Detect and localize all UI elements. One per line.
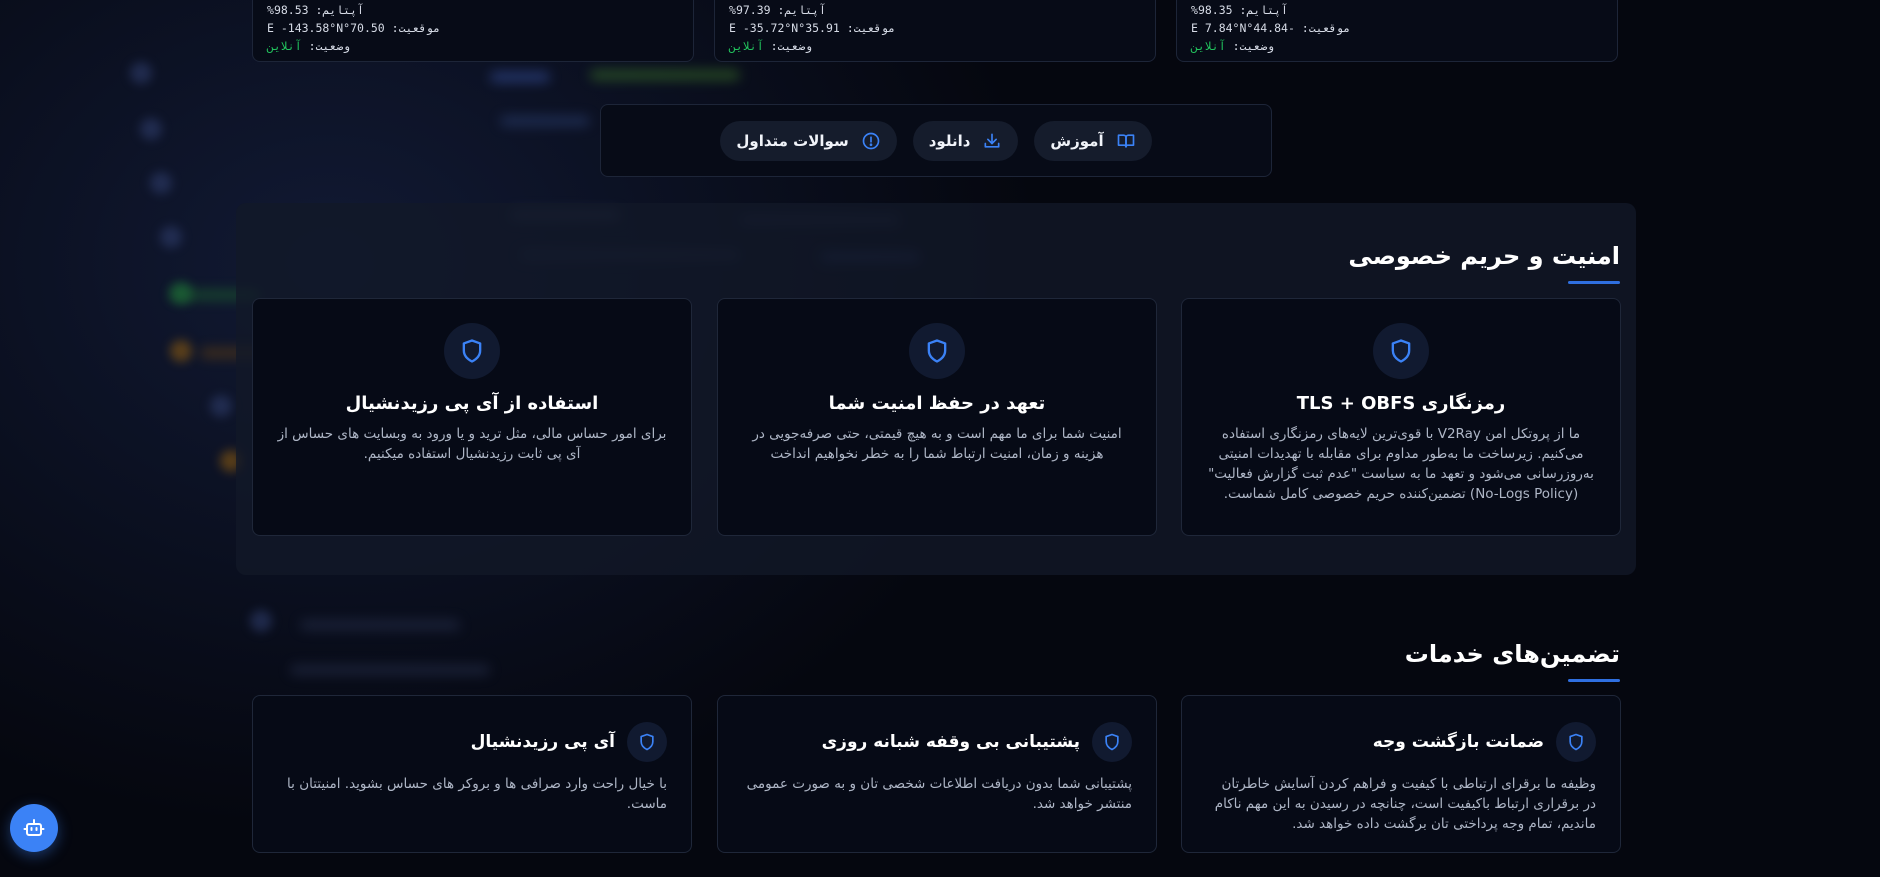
feature-description: ما از پروتکل امن V2Ray با قوی‌ترین لایه‌… [1208,426,1594,502]
status-label: وضعیت: [1232,39,1275,53]
chatbot-button[interactable] [10,804,58,852]
book-icon [1117,133,1134,148]
guarantee-description: پشتیبانی شما بدون دریافت اطلاعات شخصی تا… [746,776,1132,812]
feature-title: تعهد در حفظ امنیت شما [828,393,1046,414]
shield-icon-wrapper [444,323,500,379]
shield-icon [462,339,482,363]
server-uptime: آپتایم: 98.53% [267,3,364,17]
quick-links-bar: سوالات متداول دانلود آموزش [600,104,1272,177]
feature-description: امنیت شما برای ما مهم است و به هیچ قیمتی… [752,426,1122,462]
download-icon [984,133,1000,148]
server-status: وضعیت: آنلاین [267,37,679,55]
shield-icon-wrapper [909,323,965,379]
status-online-badge: آنلاین [1191,39,1226,53]
feature-card-residential-ip: استفاده از آی پی رزیدنشیال برای امور حسا… [252,298,692,536]
feature-title: رمزنگاری TLS + OBFS [1296,393,1506,414]
status-label: وضعیت: [308,39,351,53]
server-location: موقعیت: 70.50°E -143.58°N [267,21,441,35]
tutorial-button[interactable]: آموزش [1034,120,1152,161]
server-location: موقعیت: -44.84°E 7.84°N [1191,21,1351,35]
status-online-badge: آنلاین [729,39,764,53]
security-title: امنیت و حریم خصوصی [1348,242,1620,270]
server-card: آپتایم: 98.35% موقعیت: -44.84°E 7.84°N و… [1176,0,1618,62]
info-icon [862,132,880,149]
guarantee-card-refund: ضمانت بازگشت وجه وظیفه ما برقرای ارتباطی… [1181,695,1621,853]
guarantee-title: ضمانت بازگشت وجه [1372,732,1544,752]
guarantee-description: با خیال راحت وارد صرافی ها و بروکر های ح… [287,776,667,812]
server-card: آپتایم: 97.39% موقعیت: 35.91°E -35.72°N … [714,0,1156,62]
robot-icon [23,819,45,836]
server-card: آپتایم: 98.53% موقعیت: 70.50°E -143.58°N… [252,0,694,62]
guarantee-card-support: پشتیبانی بی وقفه شبانه روزی پشتیبانی شما… [717,695,1157,853]
tutorial-label: آموزش [1050,131,1104,150]
shield-icon [1391,339,1411,363]
feature-card-encryption: رمزنگاری TLS + OBFS ما از پروتکل امن V2R… [1181,298,1621,536]
guarantee-description: وظیفه ما برقرای ارتباطی با کیفیت و فراهم… [1214,776,1596,832]
shield-icon-wrapper [1092,722,1132,762]
shield-icon [927,339,947,363]
shield-icon-wrapper [1373,323,1429,379]
download-label: دانلود [928,131,971,150]
guarantee-card-residential-ip: آی پی رزیدنشیال با خیال راحت وارد صرافی … [252,695,692,853]
shield-icon-wrapper [1556,722,1596,762]
feature-card-commitment: تعهد در حفظ امنیت شما امنیت شما برای ما … [717,298,1157,536]
server-uptime: آپتایم: 98.35% [1191,3,1288,17]
shield-icon [640,733,654,751]
server-uptime: آپتایم: 97.39% [729,3,826,17]
guarantee-title: آی پی رزیدنشیال [470,732,615,752]
guarantee-title: پشتیبانی بی وقفه شبانه روزی [821,732,1080,752]
security-title-underline [1568,281,1620,284]
guarantees-title-underline [1568,679,1620,682]
server-location: موقعیت: 35.91°E -35.72°N [729,21,896,35]
feature-description: برای امور حساس مالی، مثل ترید و یا ورود … [277,426,667,462]
shield-icon [1105,733,1119,751]
feature-title: استفاده از آی پی رزیدنشیال [345,393,599,414]
faq-button[interactable]: سوالات متداول [720,120,897,161]
guarantees-title: تضمین‌های خدمات [1404,640,1620,668]
server-status: وضعیت: آنلاین [1191,37,1603,55]
faq-label: سوالات متداول [736,131,849,150]
shield-icon-wrapper [627,722,667,762]
server-status: وضعیت: آنلاین [729,37,1141,55]
shield-icon [1569,733,1583,751]
status-online-badge: آنلاین [267,39,302,53]
download-button[interactable]: دانلود [912,120,1019,161]
status-label: وضعیت: [770,39,813,53]
